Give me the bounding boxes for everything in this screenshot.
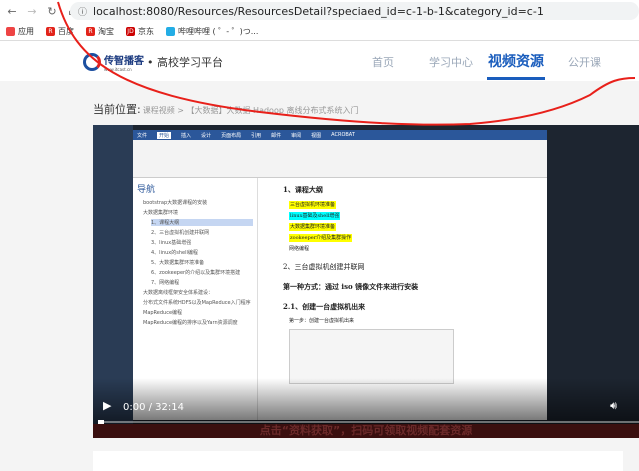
- word-window: 文件 开始 插入 设计 页面布局 引用 邮件 审阅 视图 ACROBAT 导航 bootstrap…: [133, 130, 547, 420]
- nav-pane-item: 2、三台虚拟机创建并联网: [151, 230, 210, 236]
- word-document: 1、课程大纲 三台虚拟机环境准备 linux基础及shell增强 大数据集群环境准备…: [283, 185, 454, 384]
- nav-pane-item: 1、课程大纲: [151, 219, 253, 226]
- active-nav-indicator: [487, 77, 545, 80]
- word-ribbon: 文件 开始 插入 设计 页面布局 引用 邮件 审阅 视图 ACROBAT: [133, 130, 547, 178]
- volume-icon[interactable]: 🔊︎: [610, 399, 617, 413]
- reload-icon[interactable]: ↻: [44, 5, 60, 18]
- breadcrumb-label: 当前位置:: [93, 103, 141, 116]
- ribbon-tab: ACROBAT: [331, 132, 355, 138]
- doc-heading: 2、三台虚拟机创建并联网: [283, 263, 365, 271]
- doc-outline-item: zookeeper介绍及集群操作: [289, 234, 353, 242]
- video-time: 0:00 / 32:14: [123, 402, 185, 413]
- bookmark-baidu[interactable]: R 百度: [46, 26, 74, 37]
- url-text: localhost:8080/Resources/ResourcesDetail…: [93, 4, 544, 18]
- baidu-icon: R: [46, 26, 55, 36]
- doc-outline-item: 大数据集群环境准备: [289, 223, 337, 231]
- address-bar[interactable]: ⓘ localhost:8080/Resources/ResourcesDetai…: [70, 2, 639, 20]
- nav-pane-item: bootstrap大数据课程的安装: [143, 200, 208, 206]
- site-header: 传智播客 www.itcast.cn • 高校学习平台 首页 学习中心 视频资源 …: [0, 41, 639, 81]
- content-card: [93, 451, 623, 471]
- video-banner: 点击“资料获取”，扫码可领取视频配套资源: [93, 424, 639, 438]
- brand-url: www.itcast.cn: [104, 67, 132, 72]
- nav-home[interactable]: 首页: [372, 54, 394, 70]
- breadcrumb-path[interactable]: 课程视频 > 【大数据】大数据 Hadoop 离线分布式系统入门: [143, 106, 359, 115]
- video-player[interactable]: 文件 开始 插入 设计 页面布局 引用 邮件 审阅 视图 ACROBAT 导航 bootstrap…: [93, 125, 639, 438]
- doc-outline-item: 网络编程: [289, 246, 310, 252]
- nav-pane-item: 大数据集群环境: [143, 210, 179, 216]
- browser-toolbar: ← → ↻ ⌂ ⓘlocalhost:8080/Resources/Resour…: [0, 0, 639, 22]
- nav-pane-item: 大数据离线框架安全体系建设：: [143, 290, 214, 296]
- bookmark-bilibili[interactable]: 哔哩哔哩 ( ゜- ゜)つ...: [166, 26, 258, 37]
- nav-pane-item: 7、网络编程: [151, 280, 180, 286]
- ribbon-tab: 开始: [157, 131, 172, 139]
- doc-step: 第一步：创建一台虚拟机出来: [289, 318, 355, 324]
- nav-learning-center[interactable]: 学习中心: [429, 54, 473, 70]
- bookmark-apps[interactable]: 应用: [6, 26, 34, 37]
- nav-pane-item: 5、大数据集群环境准备: [151, 260, 205, 266]
- nav-video-resources[interactable]: 视频资源: [488, 51, 544, 71]
- bookmark-jd[interactable]: JD 京东: [126, 26, 154, 37]
- nav-pane-item: 6、zookeeper的介绍以及集群环境搭建: [151, 270, 241, 276]
- ribbon-tab: 邮件: [271, 132, 282, 139]
- ribbon-tab: 视图: [311, 132, 322, 139]
- forward-icon[interactable]: →: [24, 5, 40, 18]
- ribbon-tab: 页面布局: [221, 132, 242, 139]
- breadcrumb: 当前位置: 课程视频 > 【大数据】大数据 Hadoop 离线分布式系统入门: [93, 101, 358, 117]
- doc-heading: 2.1、创建一台虚拟机出来: [283, 302, 366, 311]
- apps-icon: [6, 26, 15, 36]
- site-logo[interactable]: 传智播客 www.itcast.cn • 高校学习平台: [83, 52, 223, 72]
- bookmark-taobao[interactable]: R 淘宝: [86, 26, 114, 37]
- ribbon-tab: 设计: [201, 132, 212, 139]
- doc-heading: 第一种方式：通过 iso 镜像文件来进行安装: [283, 282, 419, 291]
- platform-name: • 高校学习平台: [147, 56, 223, 69]
- logo-icon: [83, 53, 101, 71]
- ribbon-tab: 审阅: [291, 132, 302, 139]
- ribbon-tab: 文件: [137, 132, 148, 139]
- doc-heading: 1、课程大纲: [283, 185, 323, 194]
- ribbon-tab: 引用: [251, 132, 262, 139]
- nav-pane-item: 3、linux基础增强: [151, 240, 192, 246]
- ribbon-tab: 插入: [181, 132, 192, 139]
- nav-pane-item: MapReduce编程: [143, 310, 183, 316]
- nav-pane-item: 分布式文件系统HDFS以及MapReduce入门程序: [143, 300, 251, 306]
- jd-icon: JD: [126, 26, 135, 36]
- nav-pane-item: 4、linux的shell编程: [151, 250, 198, 256]
- bilibili-icon: [166, 26, 175, 36]
- nav-open-courses[interactable]: 公开课: [568, 54, 601, 70]
- play-icon[interactable]: ▶: [103, 399, 111, 412]
- doc-outline-item: linux基础及shell增强: [289, 212, 341, 220]
- video-progress-bar[interactable]: [98, 420, 639, 424]
- brand-name: 传智播客: [104, 56, 144, 67]
- doc-outline-item: 三台虚拟机环境准备: [289, 201, 337, 209]
- back-icon[interactable]: ←: [4, 5, 20, 18]
- info-icon: ⓘ: [78, 7, 88, 18]
- doc-screenshot: [289, 329, 454, 384]
- bookmarks-bar: 应用 R 百度 R 淘宝 JD 京东 哔哩哔哩 ( ゜- ゜)つ...: [0, 22, 639, 41]
- nav-pane-item: MapReduce编程的排序以及Yarn资源调度: [143, 320, 238, 326]
- nav-pane-title: 导航: [137, 185, 156, 195]
- taobao-icon: R: [86, 26, 95, 36]
